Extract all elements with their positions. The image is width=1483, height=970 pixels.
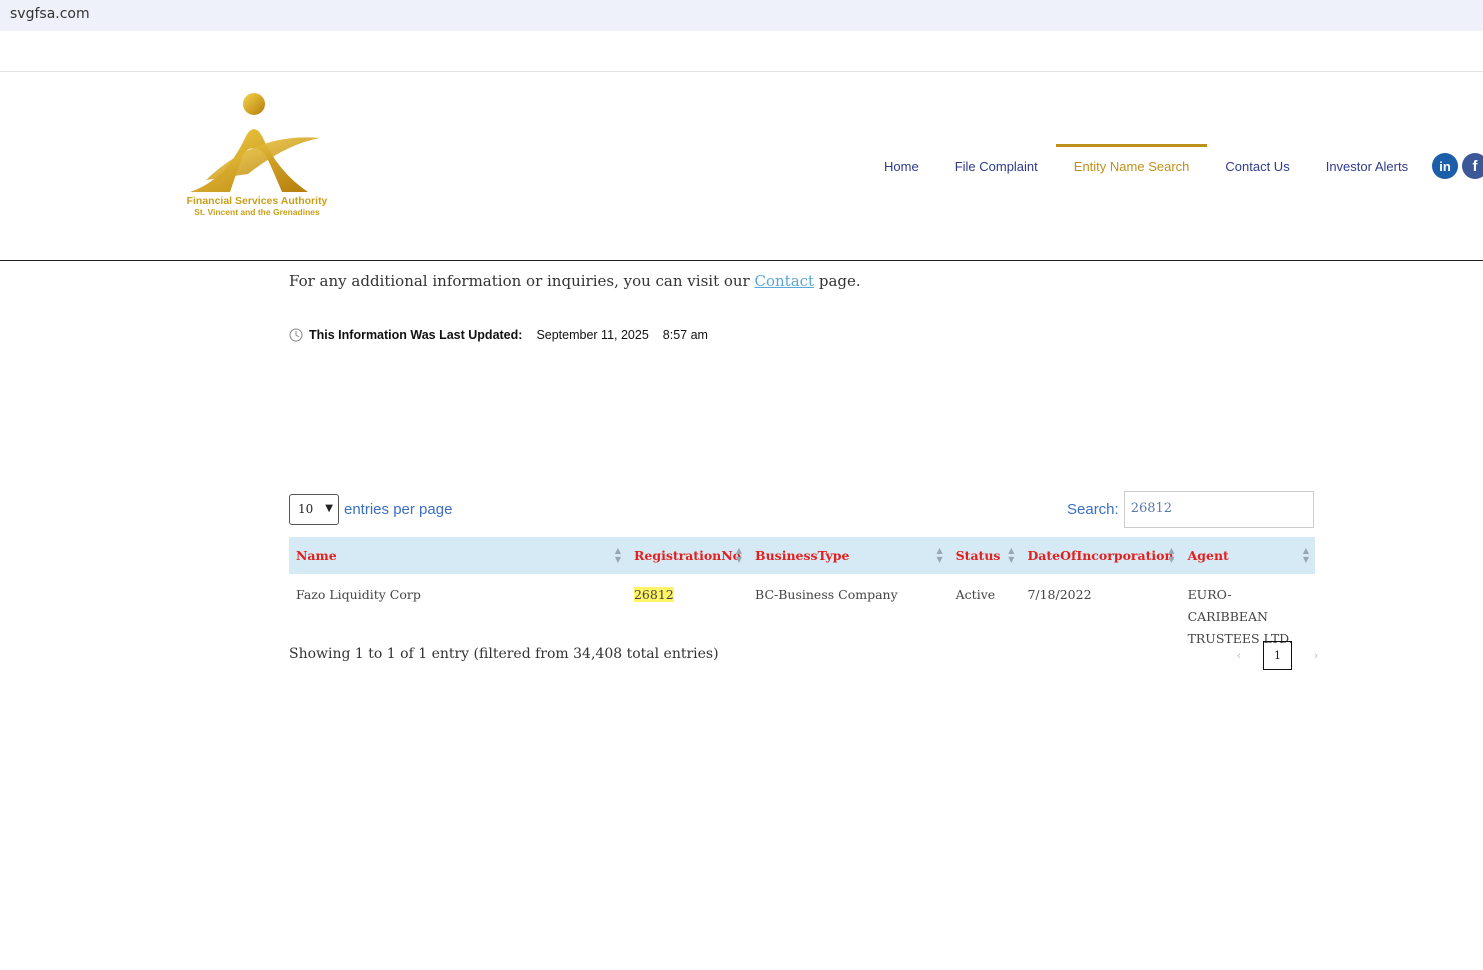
- sort-icon: ▲ ▼: [1168, 545, 1175, 564]
- next-page-icon[interactable]: ›: [1308, 650, 1324, 662]
- nav-entity-name-search[interactable]: Entity Name Search: [1055, 144, 1208, 184]
- column-header-date[interactable]: DateOfIncorporation ▲ ▼: [1020, 537, 1181, 574]
- cell-business-type: BC-Business Company: [755, 587, 898, 602]
- column-header-status[interactable]: Status ▲ ▼: [948, 537, 1021, 574]
- fsa-logo[interactable]: Financial Services Authority St. Vincent…: [172, 92, 342, 222]
- last-updated-time: 8:57 am: [662, 328, 708, 342]
- chevron-down-icon: ▼: [325, 503, 333, 514]
- facebook-icon[interactable]: f: [1462, 153, 1483, 179]
- column-header-registration[interactable]: RegistrationNo ▲ ▼: [626, 537, 749, 574]
- column-header-agent[interactable]: Agent ▲ ▼: [1180, 537, 1315, 574]
- info-prefix: For any additional information or inquir…: [289, 272, 755, 290]
- last-updated-label: This Information Was Last Updated:: [309, 328, 523, 342]
- prev-page-icon[interactable]: ‹: [1231, 650, 1247, 662]
- table-header-row: Name ▲ ▼ RegistrationNo ▲ ▼ BusinessType ▲ ▼ S…: [289, 537, 1315, 574]
- pagination: ‹ 1 ›: [1231, 641, 1324, 670]
- sort-icon: ▲ ▼: [1302, 545, 1309, 564]
- logo-subtitle: St. Vincent and the Grenadines: [194, 207, 320, 217]
- top-spacer: [0, 31, 1483, 72]
- info-suffix: page.: [814, 272, 861, 290]
- search-control: Search: 26812: [1067, 491, 1314, 528]
- search-highlight: 26812: [633, 587, 674, 602]
- nav-file-complaint[interactable]: File Complaint: [937, 144, 1056, 184]
- last-updated: This Information Was Last Updated: Septe…: [289, 328, 708, 342]
- entity-table: Name ▲ ▼ RegistrationNo ▲ ▼ BusinessType ▲ ▼ S…: [289, 537, 1315, 658]
- url-text: svgfsa.com: [10, 6, 90, 22]
- clock-icon: [289, 328, 303, 342]
- cell-date: 7/18/2022: [1027, 587, 1092, 602]
- column-header-name[interactable]: Name ▲ ▼: [289, 537, 627, 574]
- logo-emblem-icon: [190, 93, 320, 192]
- entries-select[interactable]: 10 ▼: [289, 494, 339, 525]
- info-text: For any additional information or inquir…: [289, 272, 861, 290]
- page-button-1[interactable]: 1: [1263, 641, 1292, 670]
- cell-status: Active: [955, 587, 996, 602]
- contact-link[interactable]: Contact: [755, 272, 815, 290]
- sort-icon: ▲ ▼: [936, 545, 943, 564]
- linkedin-icon[interactable]: in: [1432, 153, 1458, 179]
- site-header: Financial Services Authority St. Vincent…: [0, 72, 1483, 261]
- search-input[interactable]: 26812: [1123, 491, 1314, 528]
- entries-label: entries per page: [344, 501, 453, 518]
- nav-home[interactable]: Home: [866, 144, 937, 184]
- logo-name: Financial Services Authority: [186, 195, 328, 207]
- entries-control: 10 ▼ entries per page: [289, 494, 452, 525]
- table-summary: Showing 1 to 1 of 1 entry (filtered from…: [289, 646, 719, 662]
- entries-value: 10: [298, 502, 314, 516]
- address-bar[interactable]: svgfsa.com: [0, 0, 1483, 31]
- sort-icon: ▲ ▼: [1008, 545, 1015, 564]
- main-nav: Home File Complaint Entity Name Search C…: [866, 144, 1426, 184]
- search-label: Search:: [1067, 501, 1119, 518]
- sort-icon: ▲ ▼: [735, 545, 743, 564]
- nav-investor-alerts[interactable]: Investor Alerts: [1308, 144, 1426, 184]
- nav-contact-us[interactable]: Contact Us: [1207, 144, 1307, 184]
- sort-icon: ▲ ▼: [614, 545, 621, 564]
- column-header-business-type[interactable]: BusinessType ▲ ▼: [748, 537, 949, 574]
- last-updated-date: September 11, 2025: [536, 328, 649, 342]
